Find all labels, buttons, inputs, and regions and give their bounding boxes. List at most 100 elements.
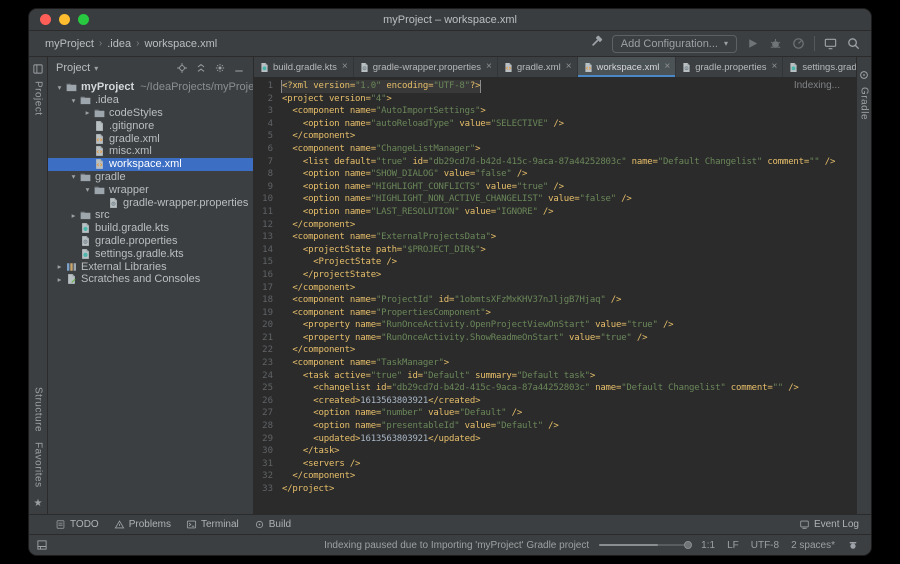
search-icon[interactable] (846, 36, 861, 51)
tree-item-gradle-properties[interactable]: gradle.properties (48, 235, 253, 248)
tree-item-codestyles[interactable]: ▸codeStyles (48, 107, 253, 120)
chevron-open-icon[interactable]: ▾ (82, 185, 93, 194)
toolwindow-button-terminal[interactable]: Terminal (186, 519, 239, 530)
hammer-icon[interactable] (589, 34, 604, 49)
editor-tab-workspace-xml[interactable]: workspace.xml× (578, 57, 677, 77)
close-tab-icon[interactable]: × (664, 62, 670, 72)
breadcrumb-item-workspace-xml[interactable]: workspace.xml (144, 38, 217, 50)
code-line-text: <property name="RunOnceActivity.OpenProj… (282, 319, 673, 332)
toolbar-right: Add Configuration... ▾ (589, 34, 861, 54)
chevron-closed-icon[interactable]: ▸ (82, 108, 93, 117)
code-line: 17 </component> (254, 282, 856, 295)
code-line: 19 <component name="PropertiesComponent"… (254, 307, 856, 320)
tree-item-settings-gradle-kts[interactable]: settings.gradle.kts (48, 247, 253, 260)
code-line: 26 <created>1613563803921</created> (254, 395, 856, 408)
toolwindow-button-build[interactable]: Build (254, 519, 291, 530)
project-toolwindow-icon[interactable] (32, 63, 44, 75)
code-line-text: <component name="ChangeListManager"> (282, 143, 480, 156)
breadcrumb-separator: › (136, 38, 139, 49)
tree-item-src[interactable]: ▸src (48, 209, 253, 222)
toolwindow-button-problems[interactable]: Problems (114, 519, 171, 530)
xml-file-icon (93, 133, 106, 145)
status-message[interactable]: Indexing paused due to Importing 'myProj… (324, 540, 589, 551)
tree-item-workspace-xml[interactable]: workspace.xml (48, 158, 253, 171)
minimize-window-button[interactable] (59, 14, 70, 25)
close-tab-icon[interactable]: × (772, 62, 778, 72)
close-tab-icon[interactable]: × (342, 62, 348, 72)
code-line: 4 <option name="autoReloadType" value="S… (254, 118, 856, 131)
tree-item-misc-xml[interactable]: misc.xml (48, 145, 253, 158)
toolwindow-tab-favorites[interactable]: Favorites (33, 442, 44, 488)
toolwindow-tab-gradle[interactable]: Gradle (859, 87, 870, 120)
locate-icon[interactable] (176, 62, 188, 74)
breadcrumb-item-idea[interactable]: .idea (107, 38, 131, 50)
gradle-file-icon (79, 222, 92, 234)
run-icon[interactable] (745, 36, 760, 51)
line-number: 20 (254, 319, 282, 332)
tree-item-gitignore[interactable]: .gitignore (48, 119, 253, 132)
line-number: 29 (254, 433, 282, 446)
editor-tab-gradle-properties[interactable]: gradle.properties× (676, 57, 783, 77)
code-line: 24 <task active="true" id="Default" summ… (254, 370, 856, 383)
tree-item-gradle[interactable]: ▾gradle (48, 171, 253, 184)
chevron-open-icon[interactable]: ▾ (68, 96, 79, 105)
editor-tab-gradle-xml[interactable]: gradle.xml× (498, 57, 578, 77)
add-configuration-button[interactable]: Add Configuration... ▾ (612, 35, 737, 53)
toolwindow-tab-project[interactable]: Project (33, 81, 44, 116)
settings-icon[interactable] (214, 62, 226, 74)
library-icon (65, 261, 78, 273)
editor-tab-build-gradle-kts[interactable]: build.gradle.kts× (254, 57, 354, 77)
code-line: 22 </component> (254, 344, 856, 357)
code-line: 23 <component name="TaskManager"> (254, 357, 856, 370)
tree-item-gradle-wrapper-properties[interactable]: gradle-wrapper.properties (48, 196, 253, 209)
chevron-closed-icon[interactable]: ▸ (54, 262, 65, 271)
project-view-selector[interactable]: Project ▾ (56, 62, 98, 74)
status-item-2-spaces[interactable]: 2 spaces* (791, 540, 835, 551)
toolwindow-toggle-icon[interactable] (36, 539, 48, 551)
toolwindow-button-todo[interactable]: TODO (55, 519, 99, 530)
breadcrumb-item-myproject[interactable]: myProject (45, 38, 94, 50)
chevron-open-icon[interactable]: ▾ (54, 83, 65, 92)
tree-item-myproject[interactable]: ▾myProject~/IdeaProjects/myProject (48, 81, 253, 94)
tree-item-gradle-xml[interactable]: gradle.xml (48, 132, 253, 145)
breadcrumb: myProject›.idea›workspace.xml (45, 38, 217, 50)
status-item-utf-8[interactable]: UTF-8 (751, 540, 779, 551)
tree-item-wrapper[interactable]: ▾wrapper (48, 183, 253, 196)
toolwindow-tab-structure[interactable]: Structure (33, 387, 44, 432)
favorites-star-icon[interactable]: ★ (34, 498, 43, 509)
gradle-file-icon (259, 62, 270, 73)
event-log-button[interactable]: Event Log (799, 519, 859, 530)
device-icon[interactable] (823, 36, 838, 51)
progress-knob[interactable] (684, 541, 692, 549)
tree-item-external-libraries[interactable]: ▸External Libraries (48, 260, 253, 273)
chevron-open-icon[interactable]: ▾ (68, 172, 79, 181)
line-number: 30 (254, 445, 282, 458)
status-item-1-1[interactable]: 1:1 (701, 540, 715, 551)
code-line-text: <option name="SHOW_DIALOG" value="false"… (282, 168, 527, 181)
tree-item-label: .gitignore (109, 120, 154, 132)
status-item-lf[interactable]: LF (727, 540, 739, 551)
chevron-closed-icon[interactable]: ▸ (68, 211, 79, 220)
line-number: 2 (254, 93, 282, 106)
tree-item-build-gradle-kts[interactable]: build.gradle.kts (48, 222, 253, 235)
hide-icon[interactable] (233, 62, 245, 74)
code-viewport[interactable]: Indexing... 1<?xml version="1.0" encodin… (254, 78, 856, 514)
inspections-profile-icon[interactable] (847, 539, 859, 551)
gradle-toolwindow-icon[interactable] (858, 69, 870, 81)
debug-icon[interactable] (768, 36, 783, 51)
tree-item-idea[interactable]: ▾.idea (48, 94, 253, 107)
tree-item-label: workspace.xml (109, 158, 182, 170)
chevron-closed-icon[interactable]: ▸ (54, 275, 65, 284)
collapse-all-icon[interactable] (195, 62, 207, 74)
code-line-text: </component> (282, 219, 355, 232)
close-tab-icon[interactable]: × (486, 62, 492, 72)
editor-tab-gradle-wrapper-properties[interactable]: gradle-wrapper.properties× (354, 57, 498, 77)
zoom-window-button[interactable] (78, 14, 89, 25)
close-tab-icon[interactable]: × (566, 62, 572, 72)
profiler-icon[interactable] (791, 36, 806, 51)
indexing-progress-bar[interactable] (599, 544, 689, 546)
tree-item-scratches-and-consoles[interactable]: ▸Scratches and Consoles (48, 273, 253, 286)
close-window-button[interactable] (40, 14, 51, 25)
editor-tab-settings-gradle-kts[interactable]: settings.gradle.kts× (783, 57, 856, 77)
problems-icon (114, 519, 125, 530)
